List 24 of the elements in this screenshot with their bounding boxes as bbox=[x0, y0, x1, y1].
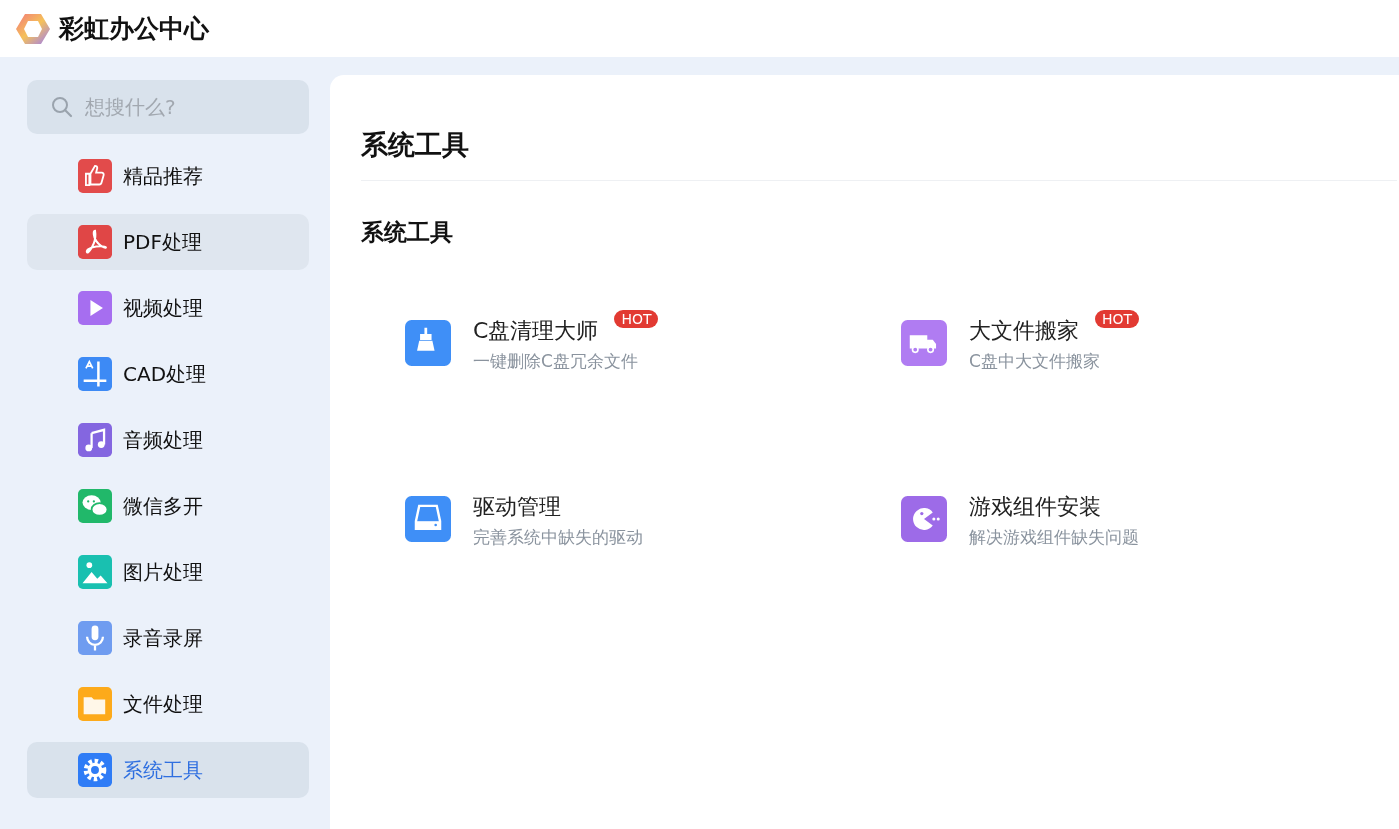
sidebar-item[interactable]: 系统工具 bbox=[27, 742, 309, 798]
sidebar-item[interactable]: PDF处理 bbox=[27, 214, 309, 270]
tool-name[interactable]: 大文件搬家 bbox=[969, 316, 1079, 346]
tool-name[interactable]: 驱动管理 bbox=[473, 492, 561, 522]
sidebar-item[interactable]: 精品推荐 bbox=[27, 148, 309, 204]
tool-name[interactable]: C盘清理大师 bbox=[473, 316, 599, 346]
tool-description: C盘中大文件搬家 bbox=[969, 350, 1101, 373]
sidebar-item[interactable]: 图片处理 bbox=[27, 544, 309, 600]
tool-description: 一键删除C盘冗余文件 bbox=[473, 350, 639, 373]
sidebar-item[interactable]: 音频处理 bbox=[27, 412, 309, 468]
page-title: 系统工具 bbox=[361, 128, 470, 162]
section-title: 系统工具 bbox=[361, 218, 454, 247]
search-field[interactable]: 想搜什么? bbox=[27, 80, 309, 134]
sidebar-item[interactable]: CAD处理 bbox=[27, 346, 309, 402]
sidebar-item[interactable]: 微信多开 bbox=[27, 478, 309, 534]
tool-description: 完善系统中缺失的驱动 bbox=[473, 526, 643, 549]
sidebar-item[interactable]: 文件处理 bbox=[27, 676, 309, 732]
hot-badge: HOT bbox=[614, 310, 659, 328]
tool-description: 解决游戏组件缺失问题 bbox=[969, 526, 1139, 549]
app-title: 彩虹办公中心 bbox=[59, 13, 209, 45]
sidebar-item[interactable]: 录音录屏 bbox=[27, 610, 309, 666]
sidebar-item[interactable]: 视频处理 bbox=[27, 280, 309, 336]
tool-name[interactable]: 游戏组件安装 bbox=[969, 492, 1101, 522]
hot-badge: HOT bbox=[1095, 310, 1140, 328]
